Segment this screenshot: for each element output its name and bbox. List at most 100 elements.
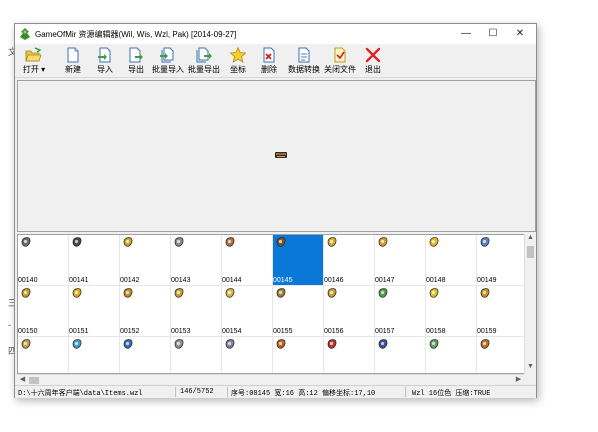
status-divider	[227, 387, 228, 397]
thumbnail-cell[interactable]: 00155	[273, 286, 324, 337]
thumbnail-index: 00144	[222, 277, 242, 284]
coordinates-label: 坐标	[230, 65, 246, 74]
item-thumbnail	[72, 339, 82, 349]
hscroll-thumb[interactable]	[29, 377, 39, 384]
thumbnail-index: 00151	[69, 328, 89, 335]
thumbnail-cell[interactable]: 00143	[171, 235, 222, 286]
thumbnail-cell[interactable]	[375, 337, 426, 373]
thumbnail-index: 00152	[120, 328, 140, 335]
thumbnail-cell[interactable]: 00144	[222, 235, 273, 286]
thumbnail-cell[interactable]: 00159	[477, 286, 528, 337]
batch-import-button[interactable]: 批量导入	[152, 47, 184, 77]
thumbnail-cell[interactable]: 00151	[69, 286, 120, 337]
thumbnail-cell[interactable]: 00146	[324, 235, 375, 286]
preview-sprite	[275, 152, 287, 158]
item-thumbnail	[174, 339, 184, 349]
item-thumbnail	[21, 288, 31, 298]
data-convert-button[interactable]: 数据转换	[287, 47, 321, 77]
convert-icon	[298, 47, 310, 63]
background-text: -	[8, 320, 11, 330]
item-thumbnail	[327, 288, 337, 298]
item-thumbnail	[276, 288, 286, 298]
new-file-icon	[67, 47, 79, 63]
title-bar[interactable]: GameOfMir 资源编辑器(Wil, Wis, Wzl, Pak) [201…	[15, 24, 536, 44]
thumbnail-index: 00158	[426, 328, 446, 335]
exit-button[interactable]: 退出	[361, 47, 385, 77]
import-button[interactable]: 导入	[91, 47, 119, 77]
maximize-button[interactable]: ☐	[479, 24, 507, 44]
item-thumbnail	[327, 339, 337, 349]
thumbnail-cell[interactable]: 00156	[324, 286, 375, 337]
thumbnail-cell[interactable]: 00141	[69, 235, 120, 286]
close-file-label: 关闭文件	[324, 65, 356, 74]
minimize-button[interactable]: —	[452, 24, 480, 44]
delete-button[interactable]: 删除	[257, 47, 281, 77]
exit-icon	[365, 47, 381, 63]
close-file-button[interactable]: 关闭文件	[323, 47, 357, 77]
toolbar: 打开 ▾ 新建 导入 导出 批量导入 批量导出 坐标 删除 数据转换 关闭文件 …	[15, 45, 536, 78]
thumbnail-cell[interactable]: 00158	[426, 286, 477, 337]
status-divider	[175, 387, 176, 397]
open-folder-icon	[25, 47, 42, 62]
thumbnail-cell[interactable]	[120, 337, 171, 373]
thumbnail-cell[interactable]: 00140	[18, 235, 69, 286]
coordinates-button[interactable]: 坐标	[226, 47, 250, 77]
scroll-thumb[interactable]	[527, 246, 534, 258]
thumbnail-cell[interactable]: 00145	[273, 235, 324, 286]
thumbnail-grid[interactable]: 00140 00141 00142 00143 00144 00145 00146 00147…	[17, 234, 534, 374]
item-thumbnail	[174, 288, 184, 298]
thumbnail-cell[interactable]	[426, 337, 477, 373]
item-thumbnail	[225, 237, 235, 247]
window-title: GameOfMir 资源编辑器(Wil, Wis, Wzl, Pak) [201…	[35, 30, 237, 39]
thumbnail-cell[interactable]	[171, 337, 222, 373]
thumbnail-index: 00147	[375, 277, 395, 284]
thumbnail-cell[interactable]	[273, 337, 324, 373]
status-image-details: 序号:00145 宽:16 高:12 偏移坐标:17,10	[231, 390, 376, 398]
item-thumbnail	[21, 237, 31, 247]
scroll-down-arrow[interactable]: ▼	[525, 363, 536, 374]
item-thumbnail	[276, 237, 286, 247]
new-button[interactable]: 新建	[59, 47, 87, 77]
thumbnail-cell[interactable]: 00154	[222, 286, 273, 337]
thumbnail-index: 00145	[273, 277, 293, 284]
scroll-up-arrow[interactable]: ▲	[525, 234, 536, 245]
status-count: 146/5752	[180, 388, 214, 396]
import-icon	[98, 47, 111, 63]
thumbnail-cell[interactable]	[324, 337, 375, 373]
dropdown-arrow-icon[interactable]: ▾	[41, 65, 45, 74]
thumbnail-cell[interactable]: 00147	[375, 235, 426, 286]
export-button[interactable]: 导出	[122, 47, 150, 77]
thumbnail-index: 00159	[477, 328, 497, 335]
item-thumbnail	[72, 288, 82, 298]
status-format: Wzl 16位色 压缩:TRUE	[412, 390, 491, 398]
vertical-scrollbar[interactable]: ▲ ▼	[524, 234, 536, 374]
thumbnail-index: 00148	[426, 277, 446, 284]
batch-export-button[interactable]: 批量导出	[187, 47, 221, 77]
item-thumbnail	[225, 288, 235, 298]
item-thumbnail	[174, 237, 184, 247]
image-preview-pane[interactable]	[17, 80, 536, 232]
delete-icon	[263, 47, 275, 63]
item-thumbnail	[123, 237, 133, 247]
thumbnail-cell[interactable]: 00142	[120, 235, 171, 286]
thumbnail-cell[interactable]: 00148	[426, 235, 477, 286]
item-thumbnail	[123, 339, 133, 349]
thumbnail-cell[interactable]	[18, 337, 69, 373]
import-label: 导入	[97, 65, 113, 74]
thumbnail-index: 00154	[222, 328, 242, 335]
thumbnail-index: 00156	[324, 328, 344, 335]
data-convert-label: 数据转换	[288, 65, 320, 74]
item-thumbnail	[480, 288, 490, 298]
thumbnail-cell[interactable]: 00149	[477, 235, 528, 286]
thumbnail-cell[interactable]	[222, 337, 273, 373]
open-button[interactable]: 打开 ▾	[17, 47, 51, 77]
thumbnail-cell[interactable]: 00150	[18, 286, 69, 337]
thumbnail-cell[interactable]	[69, 337, 120, 373]
thumbnail-cell[interactable]: 00157	[375, 286, 426, 337]
thumbnail-cell[interactable]: 00153	[171, 286, 222, 337]
item-thumbnail	[429, 288, 439, 298]
thumbnail-cell[interactable]	[477, 337, 528, 373]
thumbnail-cell[interactable]: 00152	[120, 286, 171, 337]
close-button[interactable]: ✕	[506, 24, 534, 44]
item-thumbnail	[480, 237, 490, 247]
